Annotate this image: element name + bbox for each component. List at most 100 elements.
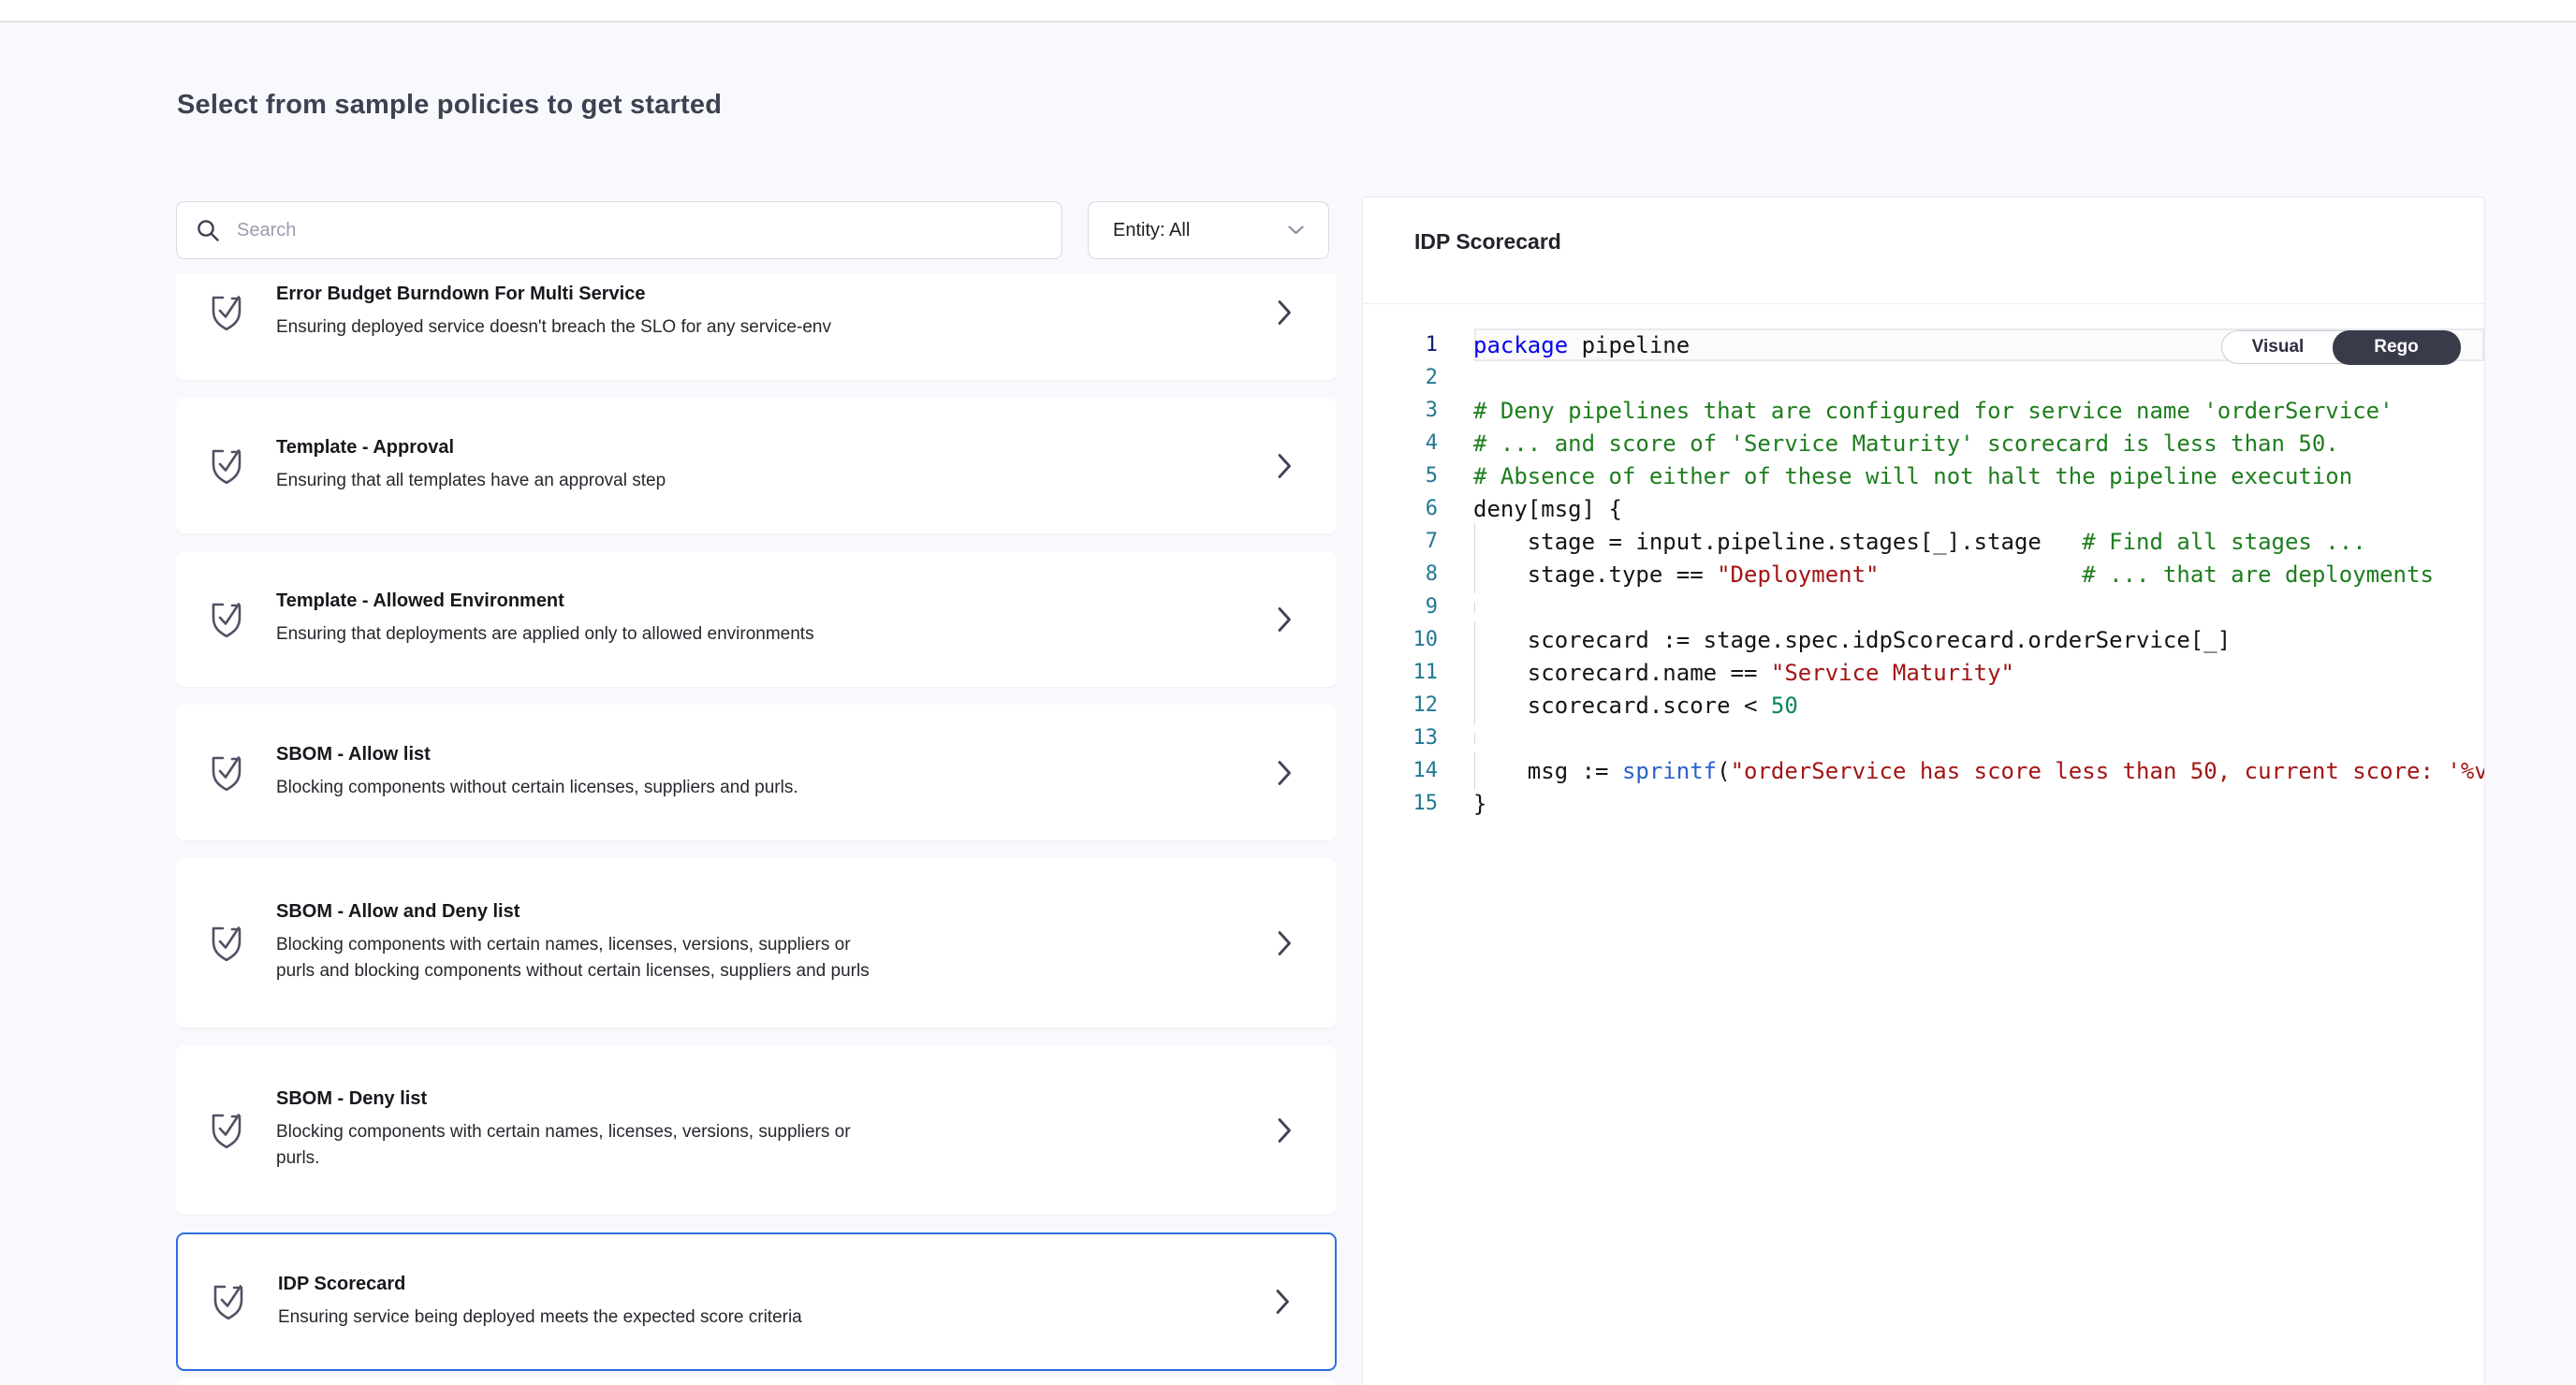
code-content: # ... and score of 'Service Maturity' sc… [1473,430,2339,457]
shield-check-icon [208,445,245,488]
code-editor[interactable]: Visual Rego 1 package pipeline 2 3 # Deny pi… [1363,304,2484,1385]
policy-card-description: Blocking components with certain names, … [276,1119,1206,1172]
line-number: 12 [1363,693,1438,717]
code-content: stage.type == "Deployment" # ... that ar… [1473,561,2434,588]
shield-check-icon [208,1109,245,1152]
chevron-right-icon [1278,299,1292,325]
policy-detail-title: IDP Scorecard [1414,229,1561,255]
line-number: 14 [1363,759,1438,782]
policy-card[interactable]: IDP Scorecard Ensuring service being depl… [176,1232,1337,1371]
line-number: 11 [1363,661,1438,684]
code-line: 14 msg := sprintf("orderService has scor… [1363,754,2484,787]
policy-card-title: SBOM - Allow and Deny list [276,901,1206,923]
policy-card-text: Template - Approval Ensuring that all tem… [276,437,1337,494]
code-line: 8 stage.type == "Deployment" # ... that … [1363,558,2484,590]
code-line: 11 scorecard.name == "Service Maturity" [1363,656,2484,689]
shield-check-icon [208,922,245,965]
chevron-right-icon [1278,1117,1292,1143]
policy-card[interactable]: Template - Allowed Environment Ensuring t… [176,551,1337,687]
policy-card-description: Ensuring deployed service doesn't breach… [276,314,1206,341]
code-line: 10 scorecard := stage.spec.idpScorecard.… [1363,623,2484,656]
code-content: scorecard.score < 50 [1473,692,1798,719]
policy-card-title: Template - Allowed Environment [276,590,1206,612]
shield-check-icon [208,751,245,795]
code-line: 12 scorecard.score < 50 [1363,689,2484,722]
line-number: 1 [1363,333,1438,357]
search-icon [196,218,221,243]
code-line: 6 deny[msg] { [1363,492,2484,525]
entity-filter-label: Entity: All [1113,220,1190,241]
search-input-container[interactable] [176,201,1062,259]
code-line: 9 [1363,590,2484,623]
policy-card-text: Error Budget Burndown For Multi Service E… [276,284,1337,341]
chevron-right-icon [1278,760,1292,785]
line-number: 3 [1363,399,1438,422]
editor-mode-toggle: Visual Rego [2221,330,2460,364]
shield-check-icon [208,598,245,641]
code-line: 4 # ... and score of 'Service Maturity' s… [1363,427,2484,459]
line-number: 2 [1363,366,1438,389]
policy-card-text: Template - Allowed Environment Ensuring t… [276,590,1337,648]
code-content: package pipeline [1473,332,1690,358]
policy-card-description: Ensuring that all templates have an appr… [276,468,1206,494]
chevron-right-icon [1278,453,1292,478]
policy-card-description: Ensuring service being deployed meets th… [278,1305,1204,1331]
chevron-right-icon [1278,930,1292,955]
chevron-right-icon [1278,606,1292,632]
policy-card[interactable]: SBOM - Deny list Blocking components with… [176,1045,1337,1215]
page-title: Select from sample policies to get start… [177,90,722,121]
line-number: 7 [1363,530,1438,553]
line-number: 9 [1363,595,1438,619]
policy-card[interactable]: SBOM - Allow and Deny list Blocking compo… [176,858,1337,1028]
policy-card-description: Blocking components with certain names, … [276,932,1206,984]
code-line: 7 stage = input.pipeline.stages[_].stage… [1363,525,2484,558]
code-content: stage = input.pipeline.stages[_].stage #… [1473,529,2366,555]
shield-check-icon [210,1280,247,1323]
policy-card-text: SBOM - Allow list Blocking components wit… [276,744,1337,801]
visual-mode-button[interactable]: Visual [2222,331,2334,363]
policy-card[interactable]: Error Budget Burndown For Multi Service E… [176,274,1337,380]
rego-mode-button[interactable]: Rego [2333,330,2461,365]
line-number: 15 [1363,792,1438,815]
line-number: 6 [1363,497,1438,520]
policy-card-title: SBOM - Deny list [276,1088,1206,1110]
policy-card-title: Error Budget Burndown For Multi Service [276,284,1206,305]
code-content: msg := sprintf("orderService has score l… [1473,758,2484,784]
line-number: 5 [1363,464,1438,488]
policy-card-title: IDP Scorecard [278,1274,1204,1295]
line-number: 10 [1363,628,1438,651]
code-content: } [1473,791,1486,817]
search-input[interactable] [235,219,1061,242]
code-line: 3 # Deny pipelines that are configured fo… [1363,394,2484,427]
line-number: 8 [1363,562,1438,586]
code-content: # Absence of either of these will not ha… [1473,463,2352,489]
policy-card-title: SBOM - Allow list [276,744,1206,765]
policy-detail-panel: IDP Scorecard Visual Rego 1 package pipel… [1362,197,2485,1385]
policy-card[interactable]: SBOM - Allow list Blocking components wit… [176,705,1337,840]
entity-filter-dropdown[interactable]: Entity: All [1088,201,1329,259]
top-bar [0,0,2576,22]
code-line: 15} [1363,787,2484,820]
chevron-down-icon [1288,226,1304,235]
code-content: scorecard.name == "Service Maturity" [1473,660,2014,686]
code-line: 13 [1363,722,2484,754]
code-content: deny[msg] { [1473,496,1622,522]
code-line: 2 [1363,361,2484,394]
shield-check-icon [208,291,245,334]
policy-card-text: IDP Scorecard Ensuring service being depl… [278,1274,1335,1331]
policy-card-description: Ensuring that deployments are applied on… [276,621,1206,648]
policy-card-text: SBOM - Allow and Deny list Blocking compo… [276,901,1337,984]
policy-card[interactable]: Template - Approval Ensuring that all tem… [176,398,1337,533]
policy-card-description: Blocking components without certain lice… [276,775,1206,801]
code-content: # Deny pipelines that are configured for… [1473,398,2393,424]
chevron-right-icon [1276,1290,1290,1315]
code-content: scorecard := stage.spec.idpScorecard.ord… [1473,627,2231,653]
policy-card-partial[interactable] [176,1378,1337,1385]
policy-list: Error Budget Burndown For Multi Service E… [176,274,1337,1385]
policy-detail-header: IDP Scorecard [1363,197,2484,304]
line-number: 13 [1363,726,1438,750]
line-number: 4 [1363,431,1438,455]
code-line: 5 # Absence of either of these will not h… [1363,459,2484,492]
policy-card-text: SBOM - Deny list Blocking components with… [276,1088,1337,1172]
policy-card-title: Template - Approval [276,437,1206,459]
